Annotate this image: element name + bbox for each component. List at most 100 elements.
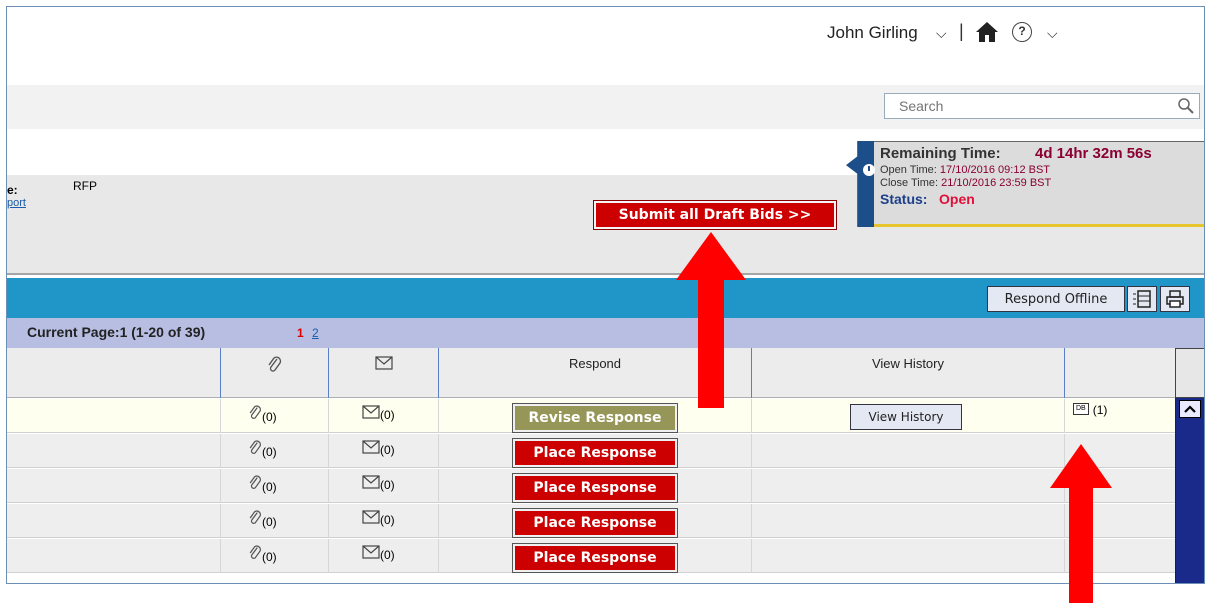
- close-time-value: 21/10/2016 23:59 BST: [941, 177, 1052, 189]
- columns-icon[interactable]: [1127, 286, 1157, 312]
- history-cell: [751, 504, 1064, 538]
- message-count[interactable]: (0): [362, 440, 422, 457]
- app-frame: John Girling ⌵ | ? ⌵ e: RFP port Submit …: [6, 6, 1205, 584]
- table-row: (0) (0) Place Response: [7, 434, 1175, 468]
- submit-all-draft-bids-button[interactable]: Submit all Draft Bids >>: [593, 200, 837, 230]
- annotation-arrow-db: [1050, 444, 1112, 603]
- attachment-count-text: (0): [262, 515, 277, 529]
- envelope-icon: [362, 510, 380, 524]
- report-link[interactable]: port: [7, 197, 26, 209]
- status-label: Status:: [880, 191, 928, 207]
- event-type-label: e:: [7, 183, 18, 197]
- revise-response-button[interactable]: Revise Response: [512, 403, 678, 433]
- attachment-count-text: (0): [262, 445, 277, 459]
- table-toolbar: Respond Offline: [7, 278, 1204, 318]
- attachment-count-text: (0): [262, 480, 277, 494]
- timer-panel: Remaining Time: 4d 14hr 32m 56s Open Tim…: [846, 141, 1204, 227]
- attachment-count-text: (0): [262, 410, 277, 424]
- help-icon[interactable]: ?: [1012, 22, 1032, 42]
- paperclip-icon: [249, 440, 261, 454]
- paperclip-icon: [249, 405, 261, 419]
- columns-icon-glyph: [1133, 290, 1151, 308]
- event-type-value: RFP: [73, 179, 97, 193]
- paperclip-icon: [267, 356, 281, 372]
- envelope-icon: [362, 475, 380, 489]
- status-value: Open: [939, 191, 975, 207]
- table-row: (0) (0) Place Response: [7, 504, 1175, 538]
- th-attachments[interactable]: [220, 348, 328, 398]
- attachment-count-text: (0): [262, 550, 277, 564]
- place-response-button[interactable]: Place Response: [512, 543, 678, 573]
- message-count[interactable]: (0): [362, 545, 422, 562]
- table-header: Respond View History: [7, 348, 1175, 398]
- table-row: (0) (0) Place Response: [7, 469, 1175, 503]
- attachment-count[interactable]: (0): [249, 510, 309, 529]
- search-band: [7, 85, 1204, 129]
- response-table: Respond View History (0) (0) Revise Resp…: [7, 348, 1204, 583]
- paperclip-icon: [249, 475, 261, 489]
- close-time-label: Close Time:: [880, 177, 939, 189]
- search-input[interactable]: [885, 94, 1165, 118]
- home-icon[interactable]: [975, 21, 999, 43]
- clock-icon: [863, 164, 875, 176]
- menu-chevron-down-icon[interactable]: ⌵: [1047, 25, 1058, 42]
- envelope-icon: [374, 356, 393, 370]
- db-icon: DB: [1073, 403, 1089, 415]
- th-messages[interactable]: [328, 348, 438, 398]
- history-cell: [751, 539, 1064, 573]
- message-count-text: (0): [380, 408, 395, 422]
- envelope-icon: [362, 545, 380, 559]
- header-separator: |: [959, 21, 964, 41]
- th-db: [1064, 348, 1175, 398]
- chevron-up-icon: [1184, 405, 1196, 413]
- print-icon[interactable]: [1160, 286, 1190, 312]
- paperclip-icon: [249, 510, 261, 524]
- message-count[interactable]: (0): [362, 475, 422, 492]
- attachment-count[interactable]: (0): [249, 440, 309, 459]
- respond-offline-button[interactable]: Respond Offline: [987, 286, 1125, 312]
- envelope-icon: [362, 440, 380, 454]
- db-count: (1): [1092, 403, 1108, 417]
- search-box: [884, 93, 1200, 119]
- message-count-text: (0): [380, 443, 395, 457]
- table-row: (0) (0) Revise Response View History DB(…: [7, 399, 1175, 433]
- message-count-text: (0): [380, 478, 395, 492]
- current-page-label: Current Page:1 (1-20 of 39): [27, 324, 206, 340]
- print-icon-glyph: [1166, 290, 1184, 308]
- scroll-up-icon[interactable]: [1179, 400, 1201, 418]
- message-count-text: (0): [380, 513, 395, 527]
- scrollbar-header: [1175, 348, 1204, 398]
- table-row: (0) (0) Place Response: [7, 539, 1175, 573]
- attachment-count[interactable]: (0): [249, 475, 309, 494]
- remaining-time-label: Remaining Time:: [880, 145, 1001, 162]
- close-time: Close Time: 21/10/2016 23:59 BST: [880, 177, 1051, 189]
- place-response-button[interactable]: Place Response: [512, 473, 678, 503]
- user-name-menu[interactable]: John Girling: [827, 23, 918, 43]
- view-history-button[interactable]: View History: [850, 404, 962, 430]
- message-count[interactable]: (0): [362, 405, 422, 422]
- scrollbar[interactable]: [1175, 398, 1204, 583]
- open-time-value: 17/10/2016 09:12 BST: [939, 164, 1051, 176]
- attachment-count[interactable]: (0): [249, 405, 309, 424]
- history-cell: [751, 434, 1064, 468]
- user-chevron-down-icon[interactable]: ⌵: [936, 25, 947, 42]
- attachment-count[interactable]: (0): [249, 545, 309, 564]
- paperclip-icon: [249, 545, 261, 559]
- open-time: Open Time: 17/10/2016 09:12 BST: [880, 164, 1050, 176]
- paging-bar: Current Page:1 (1-20 of 39) 1 2: [7, 318, 1204, 348]
- open-time-label: Open Time:: [880, 164, 937, 176]
- place-response-button[interactable]: Place Response: [512, 438, 678, 468]
- annotation-arrow-submit: [676, 232, 746, 408]
- place-response-button[interactable]: Place Response: [512, 508, 678, 538]
- message-count[interactable]: (0): [362, 510, 422, 527]
- page-1-link: 1: [297, 326, 304, 340]
- db-badge[interactable]: DB (1): [1073, 403, 1107, 417]
- search-icon[interactable]: [1177, 97, 1195, 115]
- timer-body: Remaining Time: 4d 14hr 32m 56s Open Tim…: [858, 141, 1204, 227]
- top-user-bar: John Girling ⌵ | ? ⌵: [7, 7, 1204, 85]
- envelope-icon: [362, 405, 380, 419]
- th-view-history[interactable]: View History: [751, 348, 1064, 398]
- remaining-time-value: 4d 14hr 32m 56s: [1035, 145, 1152, 162]
- page-2-link[interactable]: 2: [312, 326, 319, 340]
- history-cell: [751, 469, 1064, 503]
